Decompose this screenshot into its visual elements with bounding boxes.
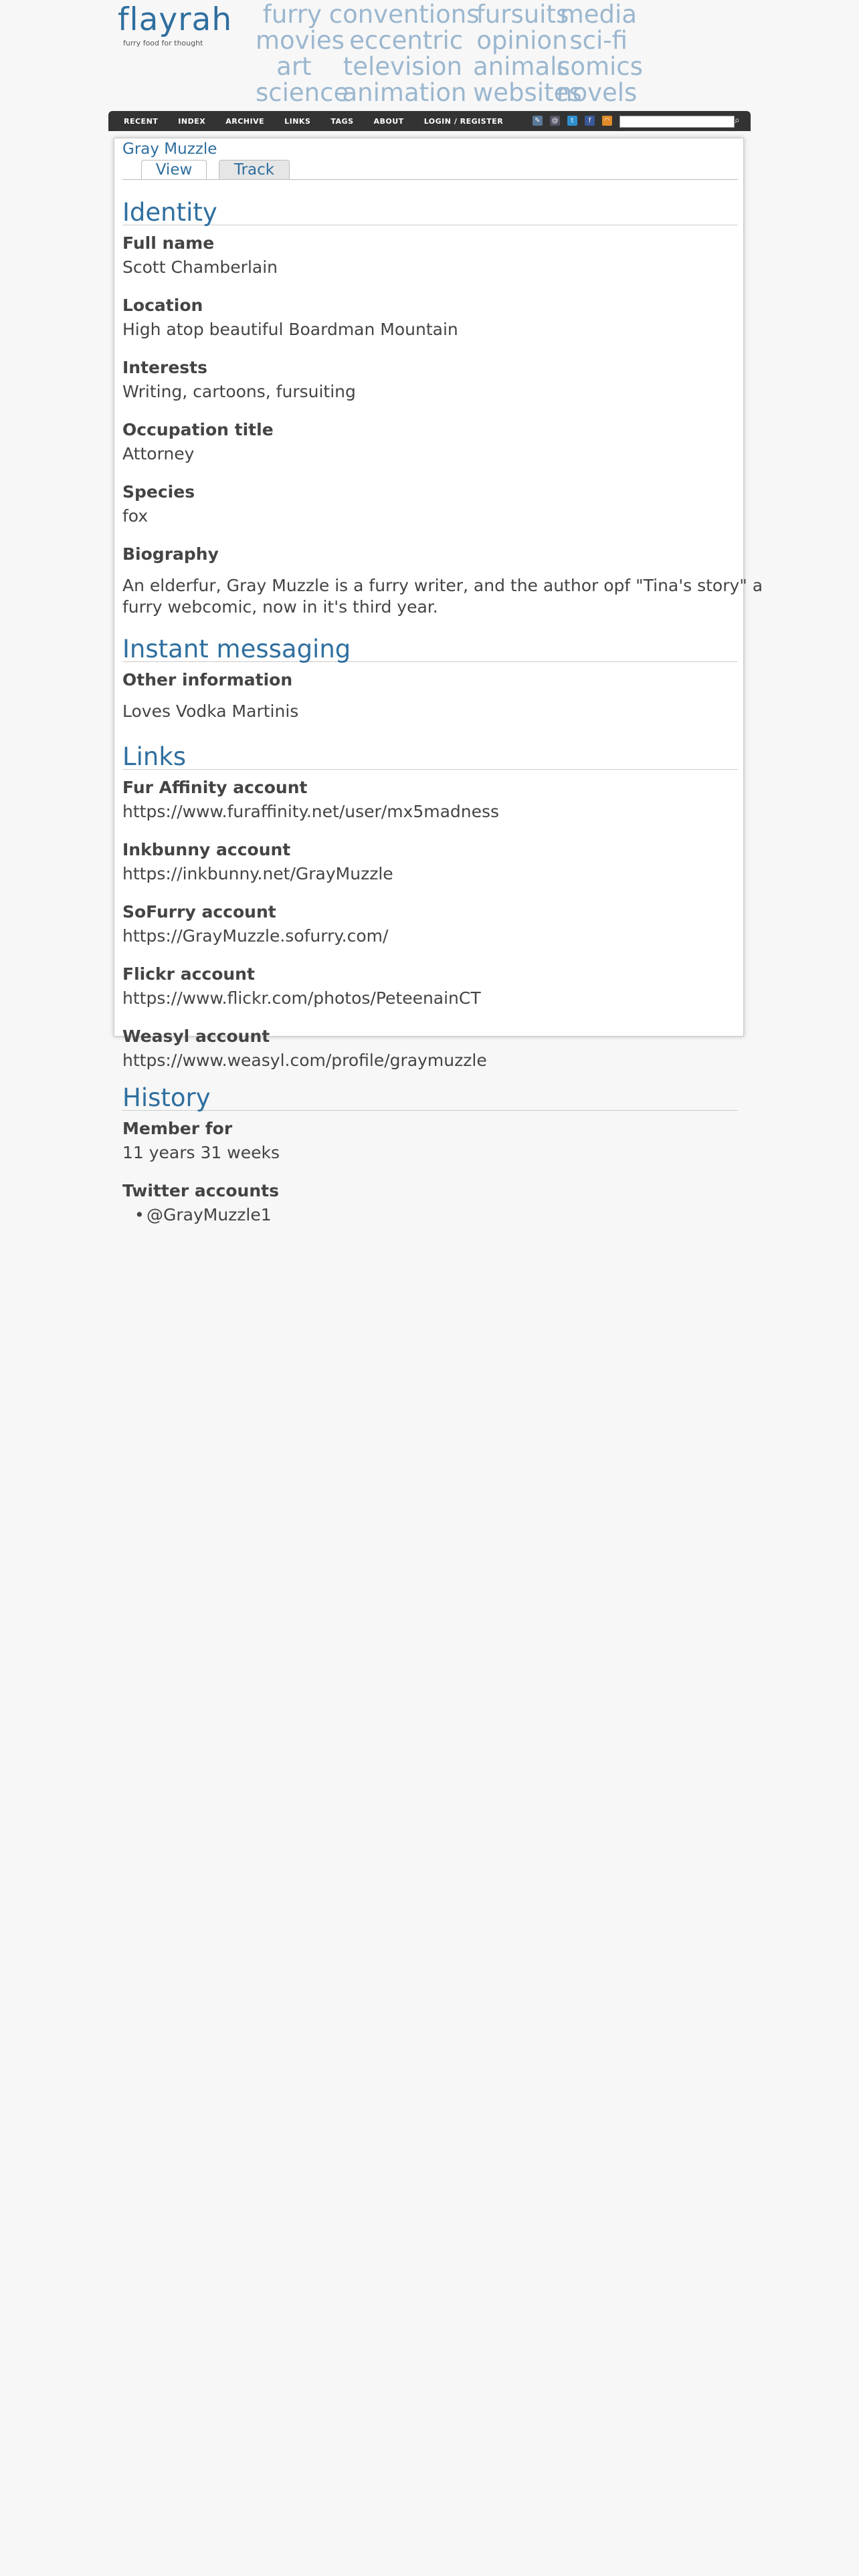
topic-link[interactable]: websites xyxy=(473,78,582,107)
topic-link[interactable]: opinion xyxy=(476,26,567,55)
nav-bar: RECENT INDEX ARCHIVE LINKS TAGS ABOUT LO… xyxy=(108,111,751,131)
interests-label: Interests xyxy=(122,358,208,377)
twitter-accounts-label: Twitter accounts xyxy=(122,1181,279,1200)
topic-link[interactable]: animation xyxy=(336,78,473,107)
topic-link[interactable]: novels xyxy=(557,78,637,107)
location-link[interactable]: High atop beautiful Boardman Mountain xyxy=(122,320,458,339)
search-input[interactable] xyxy=(619,116,735,128)
sofurry-link[interactable]: https://GrayMuzzle.sofurry.com/ xyxy=(122,926,388,946)
topic-link[interactable]: media xyxy=(560,0,637,29)
twitter-account-link[interactable]: @GrayMuzzle1 xyxy=(147,1205,272,1224)
topic-links: furry conventions fursuits media movies … xyxy=(256,0,643,107)
history-heading: History xyxy=(122,1085,738,1111)
fullname-value: Scott Chamberlain xyxy=(122,257,278,277)
tab-bar: View Track xyxy=(141,160,302,179)
topic-link[interactable]: animals xyxy=(473,52,570,81)
link-label: Flickr account xyxy=(122,964,255,984)
nav-links[interactable]: LINKS xyxy=(284,117,310,126)
inkbunny-link[interactable]: https://inkbunny.net/GrayMuzzle xyxy=(122,864,393,883)
biography-line: An elderfur, Gray Muzzle is a furry writ… xyxy=(122,576,763,595)
im-section: Instant messaging Other information Love… xyxy=(122,637,738,724)
site-tagline: furry food for thought xyxy=(123,39,203,47)
nav-tags[interactable]: TAGS xyxy=(330,117,353,126)
topic-link[interactable]: conventions xyxy=(329,0,480,29)
link-label: Fur Affinity account xyxy=(122,778,308,797)
member-for-value: 11 years 31 weeks xyxy=(122,1143,280,1162)
link-label: Inkbunny account xyxy=(122,840,291,859)
topic-link[interactable]: eccentric xyxy=(336,26,476,55)
list-bullet: • xyxy=(134,1205,145,1224)
topic-link[interactable]: furry xyxy=(256,0,329,29)
topic-link[interactable]: fursuits xyxy=(476,0,569,29)
site-header: flayrah furry food for thought furry con… xyxy=(108,0,751,111)
topic-link[interactable]: science xyxy=(256,78,349,107)
interests-value: Writing, cartoons, fursuiting xyxy=(122,382,356,401)
species-link[interactable]: fox xyxy=(122,506,148,526)
other-info-label: Other information xyxy=(122,670,293,689)
topic-link[interactable]: movies xyxy=(256,26,345,55)
location-label: Location xyxy=(122,296,203,315)
rss-icon[interactable]: ◠ xyxy=(602,116,612,126)
topic-link[interactable]: sci-fi xyxy=(560,26,637,55)
pen-icon[interactable]: ✎ xyxy=(533,116,543,126)
nav-login-register[interactable]: LOGIN / REGISTER xyxy=(424,117,504,126)
twitter-icon[interactable]: t xyxy=(567,116,577,126)
links-section: Links Fur Affinity account https://www.f… xyxy=(122,744,738,1079)
fullname-label: Full name xyxy=(122,233,215,253)
occupation-value: Attorney xyxy=(122,444,195,463)
nav-archive[interactable]: ARCHIVE xyxy=(225,117,264,126)
page-title[interactable]: Gray Muzzle xyxy=(122,140,217,158)
link-label: SoFurry account xyxy=(122,902,276,922)
identity-section: Identity Full name Scott Chamberlain Loc… xyxy=(122,200,763,635)
topic-link[interactable]: television xyxy=(332,52,473,81)
tab-view[interactable]: View xyxy=(141,160,207,179)
nav-about[interactable]: ABOUT xyxy=(374,117,404,126)
species-label: Species xyxy=(122,482,195,502)
history-section: History Member for 11 years 31 weeks Twi… xyxy=(122,1085,738,1239)
member-for-label: Member for xyxy=(122,1119,233,1138)
facebook-icon[interactable]: f xyxy=(585,116,595,126)
page: flayrah furry food for thought furry con… xyxy=(108,0,763,1224)
biography-line: furry webcomic, now in it's third year. xyxy=(122,597,438,617)
biography-label: Biography xyxy=(122,544,219,564)
topic-link[interactable]: art xyxy=(256,52,332,81)
links-heading: Links xyxy=(122,744,738,770)
topic-link[interactable]: comics xyxy=(557,52,643,81)
other-info-value: Loves Vodka Martinis xyxy=(122,702,299,721)
link-label: Weasyl account xyxy=(122,1027,270,1046)
main-content: Gray Muzzle View Track Identity Full nam… xyxy=(114,138,763,1224)
occupation-label: Occupation title xyxy=(122,420,274,439)
tab-divider xyxy=(122,179,738,180)
identity-heading: Identity xyxy=(122,200,738,225)
tab-track[interactable]: Track xyxy=(219,160,290,179)
nav-index[interactable]: INDEX xyxy=(178,117,205,126)
flickr-link[interactable]: https://www.flickr.com/photos/PeteenainC… xyxy=(122,988,481,1008)
weasyl-link[interactable]: https://www.weasyl.com/profile/graymuzzl… xyxy=(122,1051,487,1070)
contact-icon[interactable]: @ xyxy=(550,116,560,126)
site-logo[interactable]: flayrah xyxy=(118,1,232,38)
im-heading: Instant messaging xyxy=(122,637,738,662)
furaffinity-link[interactable]: https://www.furaffinity.net/user/mx5madn… xyxy=(122,802,499,821)
search-icon[interactable]: ⌕ xyxy=(735,115,745,126)
nav-recent[interactable]: RECENT xyxy=(124,117,158,126)
